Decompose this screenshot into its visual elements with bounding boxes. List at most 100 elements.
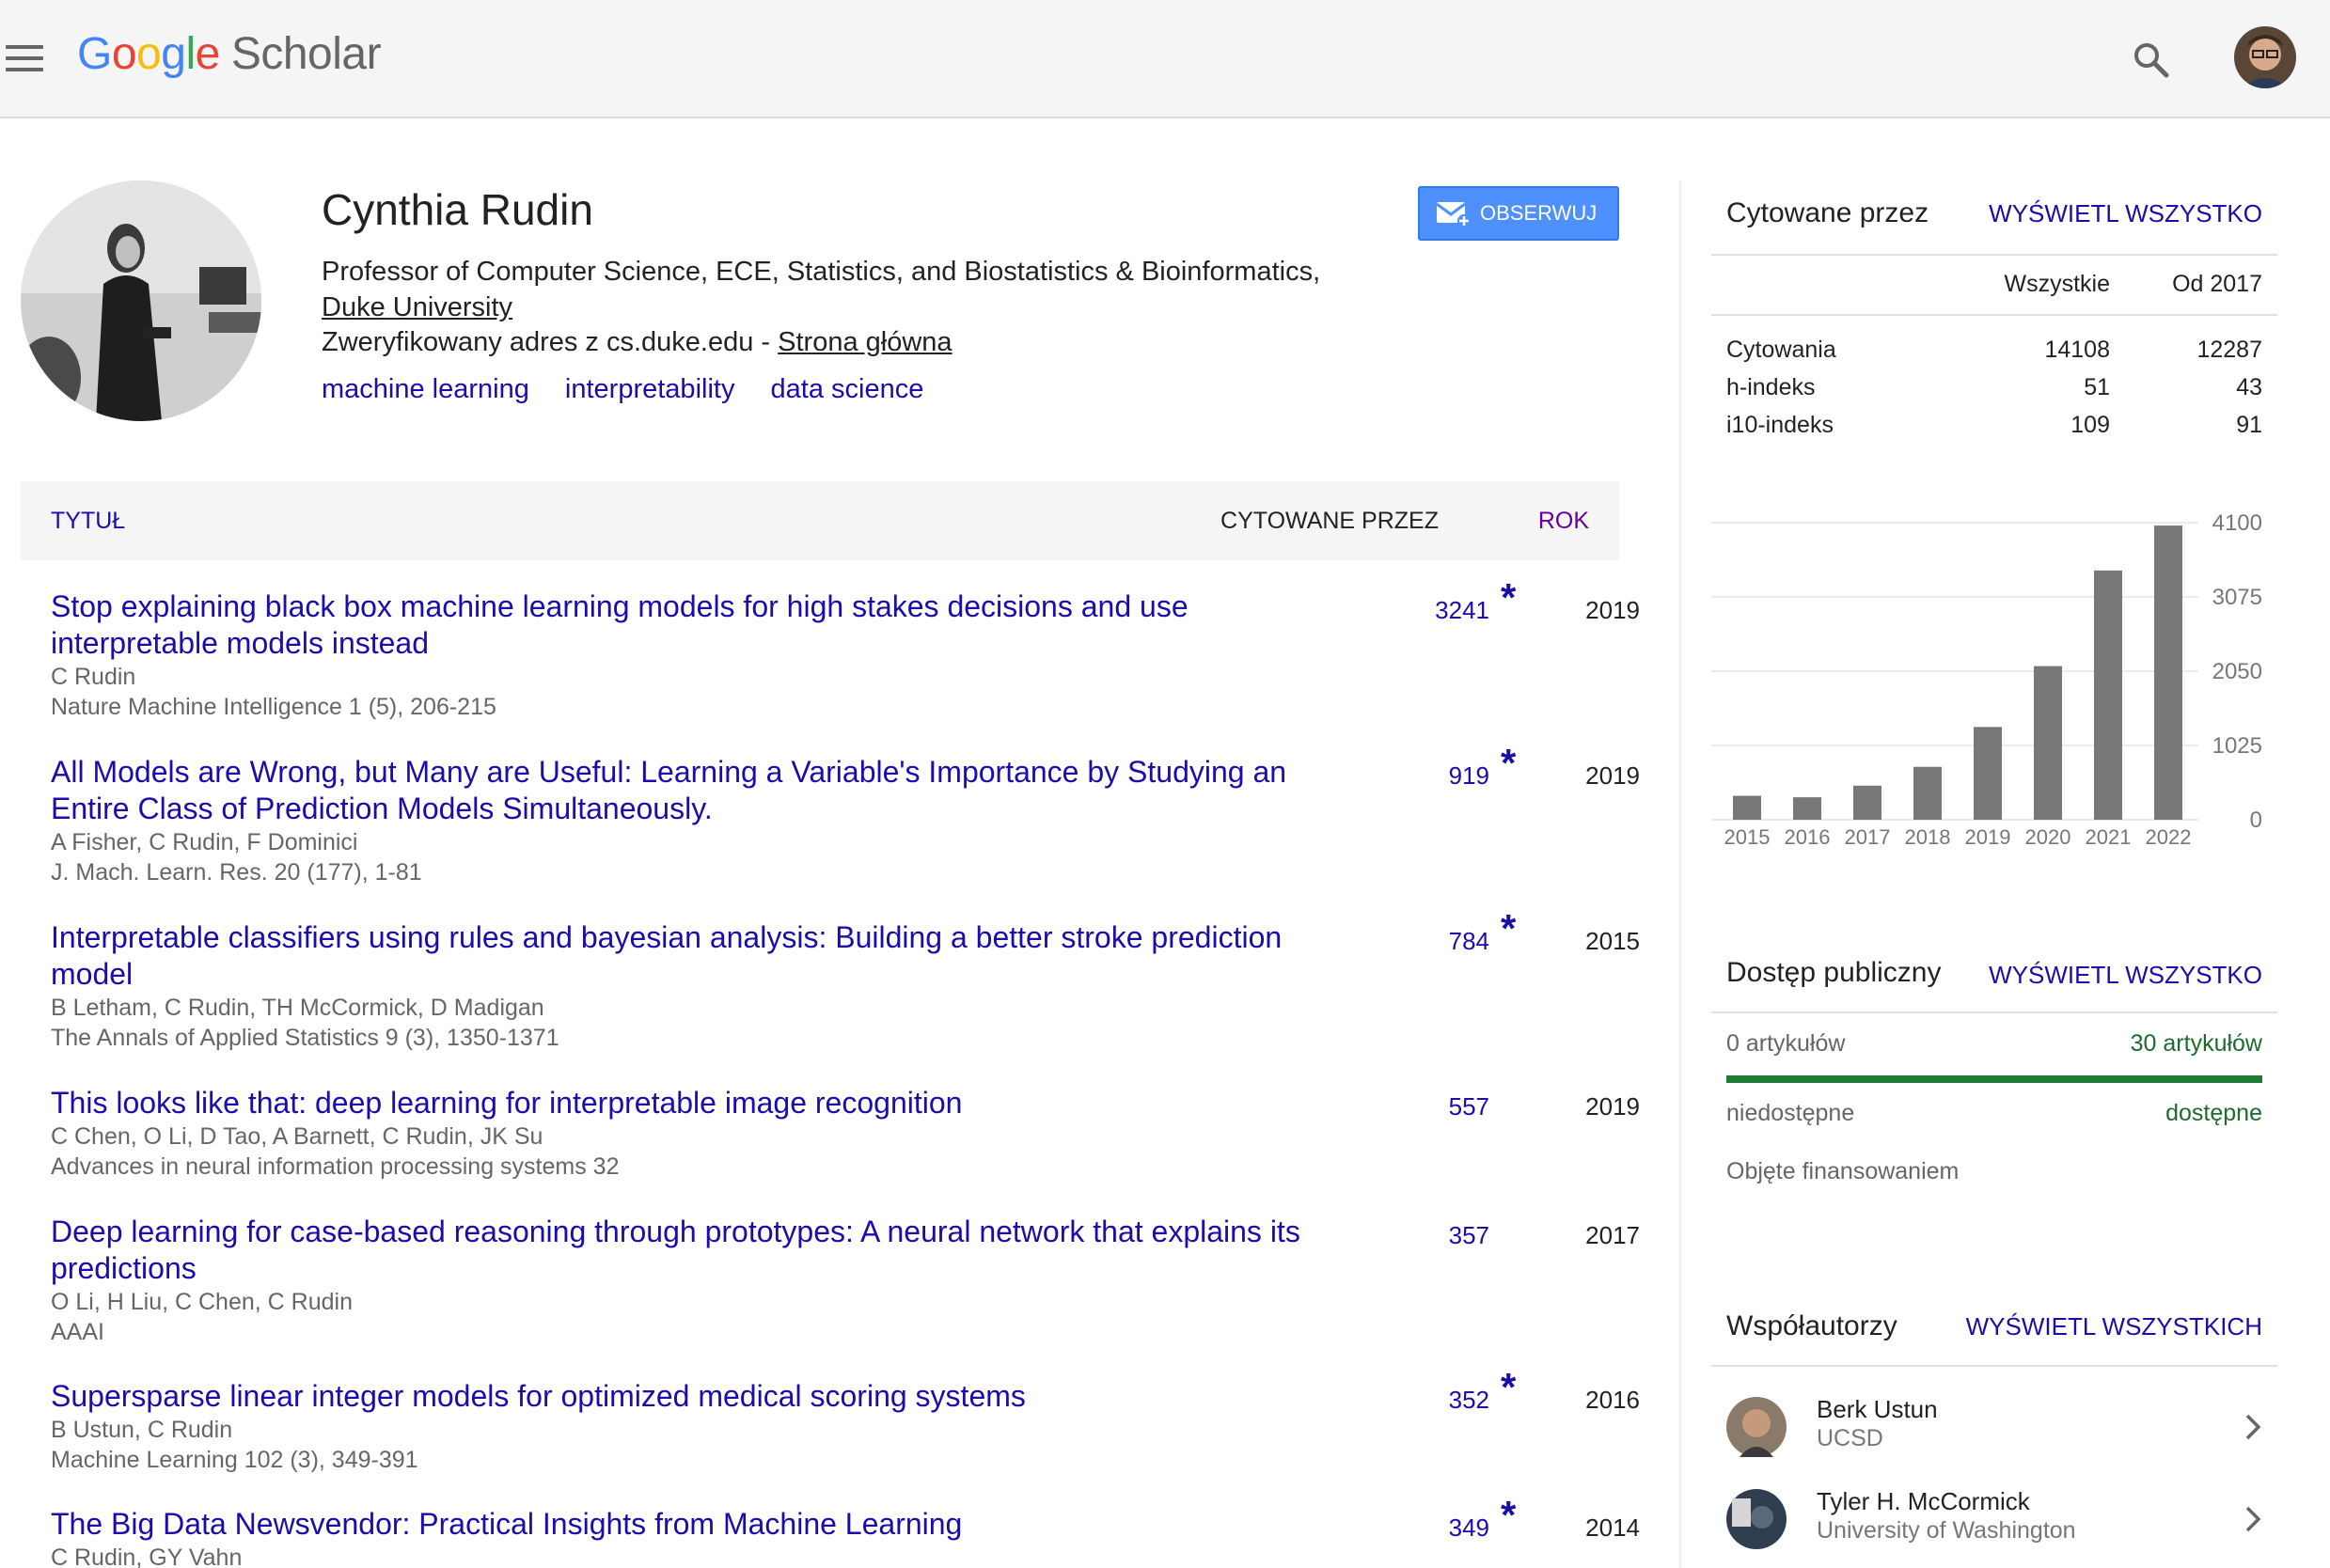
account-avatar[interactable] (2234, 26, 2296, 88)
article-year: 2019 (1585, 1092, 1640, 1121)
article-row: All Models are Wrong, but Many are Usefu… (51, 741, 1640, 887)
coauthors-view-all[interactable]: WYŚWIETL WSZYSTKICH (1966, 1312, 2262, 1341)
profile-photo (21, 180, 261, 421)
chart-bar-2019[interactable] (1974, 727, 2002, 820)
search-icon[interactable] (2133, 41, 2170, 79)
article-cites[interactable]: 357 (1330, 1221, 1489, 1250)
verified-email-line: Zweryfikowany adres z cs.duke.edu - Stro… (322, 327, 952, 358)
stat-since: 43 (2236, 374, 2262, 400)
article-title[interactable]: The Big Data Newsvendor: Practical Insig… (51, 1506, 1348, 1543)
mandate-star[interactable]: * (1501, 575, 1516, 620)
y-tick-label: 0 (2250, 808, 2262, 833)
interest-link[interactable]: interpretability (565, 374, 735, 404)
chart-bar-2017[interactable] (1853, 785, 1881, 820)
chart-bar-2016[interactable] (1793, 797, 1821, 820)
article-authors: B Letham, C Rudin, TH McCormick, D Madig… (51, 995, 544, 1021)
x-tick-label: 2021 (2086, 825, 2132, 849)
interest-link[interactable]: data science (771, 374, 924, 404)
article-cites[interactable]: 557 (1330, 1092, 1489, 1121)
divider (1711, 1365, 2277, 1367)
interests-list: machine learning interpretability data s… (322, 374, 952, 405)
coauthor-name: Berk Ustun (1817, 1395, 1938, 1423)
verified-email-text: Zweryfikowany adres z cs.duke.edu - (322, 327, 771, 357)
unavailable-label: niedostępne (1726, 1100, 1855, 1126)
article-venue: Advances in neural information processin… (51, 1153, 620, 1180)
article-cites[interactable]: 3241 (1330, 596, 1489, 625)
available-count[interactable]: 30 artykułów (2131, 1030, 2262, 1058)
article-title[interactable]: This looks like that: deep learning for … (51, 1085, 1348, 1121)
interest-link[interactable]: machine learning (322, 374, 529, 404)
mandate-star[interactable]: * (1501, 741, 1516, 786)
article-venue: Machine Learning 102 (3), 349-391 (51, 1447, 418, 1473)
article-title[interactable]: Supersparse linear integer models for op… (51, 1378, 1348, 1415)
mandate-star[interactable]: * (1501, 906, 1516, 951)
article-cites[interactable]: 349 (1330, 1513, 1489, 1543)
unavailable-count[interactable]: 0 artykułów (1726, 1030, 1845, 1058)
chart-bar-2015[interactable] (1733, 795, 1761, 820)
divider (1711, 314, 2277, 316)
article-title[interactable]: Interpretable classifiers using rules an… (51, 919, 1348, 993)
x-tick-label: 2015 (1724, 825, 1771, 849)
divider (1711, 1011, 2277, 1013)
coauthors-panel: Współautorzy WYŚWIETL WSZYSTKICH Berk Us… (1711, 1301, 2277, 1568)
article-venue: AAAI (51, 1319, 104, 1345)
follow-button[interactable]: OBSERWUJ (1418, 186, 1619, 241)
sort-by-title[interactable]: TYTUŁ (51, 508, 125, 535)
public-access-view-all[interactable]: WYŚWIETL WSZYSTKO (1989, 961, 2262, 990)
article-year: 2015 (1585, 927, 1640, 955)
article-row: Supersparse linear integer models for op… (51, 1365, 1640, 1475)
article-row: Interpretable classifiers using rules an… (51, 906, 1640, 1053)
article-year: 2017 (1585, 1221, 1640, 1249)
article-title[interactable]: Stop explaining black box machine learni… (51, 588, 1348, 662)
chart-bar-2020[interactable] (2034, 666, 2062, 820)
article-row: Stop explaining black box machine learni… (51, 575, 1640, 722)
article-cites[interactable]: 919 (1330, 761, 1489, 791)
y-tick-label: 2050 (2212, 659, 2262, 684)
coauthor-avatar (1726, 1489, 1787, 1549)
x-tick-label: 2022 (2146, 825, 2192, 849)
coauthor-affiliation: UCSD (1817, 1425, 1883, 1451)
profile-affiliation: Professor of Computer Science, ECE, Stat… (322, 254, 1403, 325)
article-venue: J. Mach. Learn. Res. 20 (177), 1-81 (51, 859, 422, 886)
article-authors: O Li, H Liu, C Chen, C Rudin (51, 1289, 353, 1315)
article-title[interactable]: Deep learning for case-based reasoning t… (51, 1214, 1348, 1287)
y-tick-label: 3075 (2212, 585, 2262, 610)
article-row: This looks like that: deep learning for … (51, 1085, 1640, 1182)
article-year: 2019 (1585, 761, 1640, 790)
stat-label[interactable]: Cytowania (1726, 337, 1836, 364)
article-row: The Big Data Newsvendor: Practical Insig… (51, 1493, 1640, 1568)
stat-since: 12287 (2196, 337, 2262, 363)
homepage-link[interactable]: Strona główna (778, 327, 952, 357)
coauthor-item[interactable]: Berk Ustun UCSD (1711, 1393, 2277, 1465)
article-title[interactable]: All Models are Wrong, but Many are Usefu… (51, 754, 1348, 827)
article-year: 2016 (1585, 1386, 1640, 1414)
stat-label[interactable]: i10-indeks (1726, 412, 1834, 439)
mandate-star[interactable]: * (1501, 1493, 1516, 1538)
public-access-title: Dostęp publiczny (1726, 957, 1942, 988)
column-divider (1679, 180, 1681, 1568)
stat-label[interactable]: h-indeks (1726, 374, 1816, 401)
logo-scholar-text: Scholar (230, 29, 382, 79)
article-cites[interactable]: 784 (1330, 927, 1489, 956)
mandate-star[interactable]: * (1501, 1365, 1516, 1410)
chart-bar-2021[interactable] (2094, 570, 2122, 820)
menu-icon[interactable] (6, 45, 43, 71)
y-tick-label: 1025 (2212, 733, 2262, 759)
chart-bar-2018[interactable] (1913, 766, 1942, 820)
x-tick-label: 2019 (1965, 825, 2011, 849)
sort-by-year[interactable]: ROK (1538, 508, 1589, 535)
coauthor-item[interactable]: Tyler H. McCormick University of Washing… (1711, 1485, 2277, 1557)
funding-label: Objęte finansowaniem (1726, 1158, 1960, 1184)
sort-by-cited[interactable]: CYTOWANE PRZEZ (1220, 508, 1439, 535)
y-tick-label: 4100 (2212, 510, 2262, 536)
article-authors: A Fisher, C Rudin, F Dominici (51, 829, 358, 855)
article-year: 2019 (1585, 596, 1640, 624)
google-scholar-logo[interactable]: Google Scholar (77, 28, 382, 80)
affiliation-link[interactable]: Duke University (322, 292, 512, 322)
cited-by-view-all[interactable]: WYŚWIETL WSZYSTKO (1989, 199, 2262, 228)
article-cites[interactable]: 352 (1330, 1386, 1489, 1415)
x-tick-label: 2016 (1785, 825, 1831, 849)
chart-bar-2022[interactable] (2154, 525, 2182, 820)
x-tick-label: 2017 (1845, 825, 1891, 849)
coauthor-affiliation: University of Washington (1817, 1517, 2076, 1544)
